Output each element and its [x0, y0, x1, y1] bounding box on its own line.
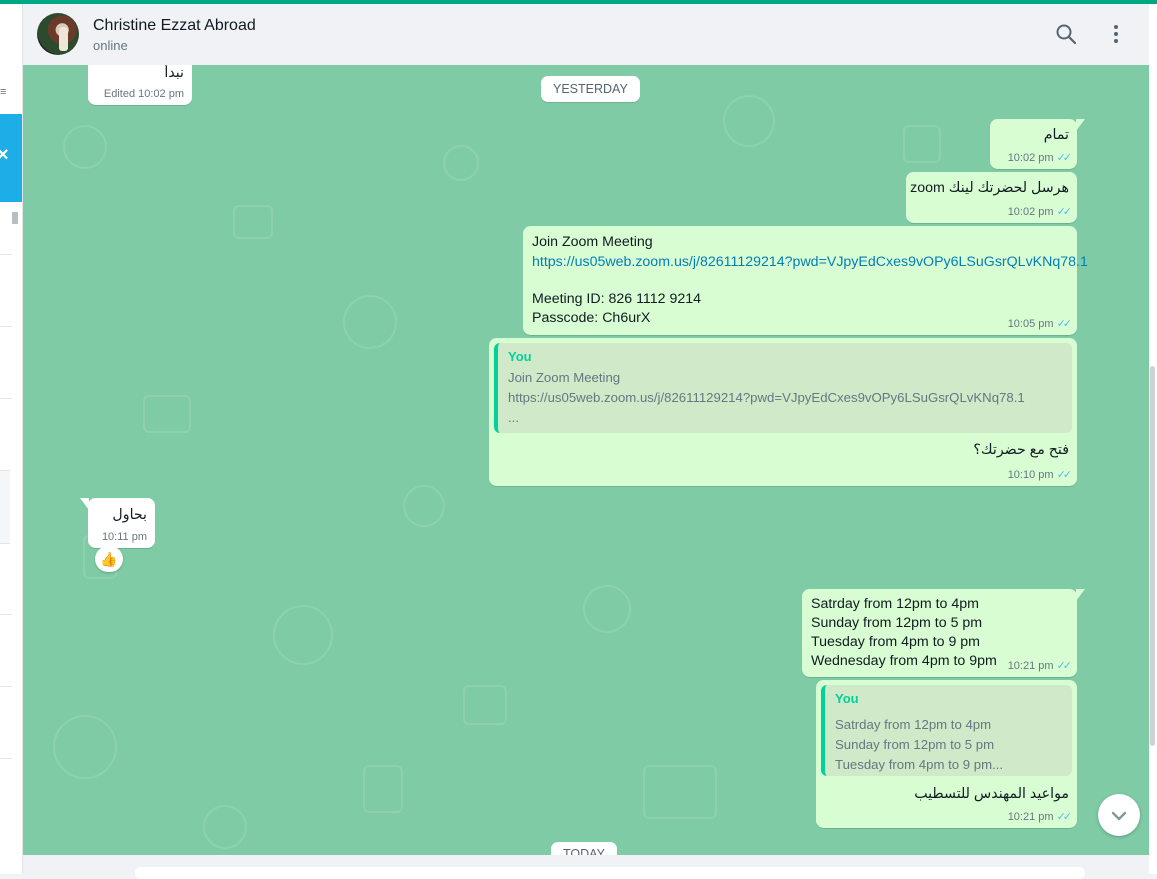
selected-chat-indicator[interactable]: × — [0, 114, 22, 202]
wallpaper-doodle — [343, 295, 397, 349]
message-meta: 10:21 pm ✓✓ — [1007, 810, 1073, 823]
read-receipt-icon: ✓✓ — [1056, 206, 1073, 218]
divider — [0, 686, 12, 687]
message-text: تمام — [1043, 127, 1069, 143]
message-time: 10:21 pm — [1007, 811, 1054, 823]
more-vertical-icon[interactable] — [1104, 22, 1128, 46]
chat-header: Christine Ezzat Abroad online — [23, 4, 1149, 66]
quoted-message[interactable]: You Satrday from 12pm to 4pm Sunday from… — [821, 685, 1072, 776]
read-receipt-icon: ✓✓ — [1056, 660, 1073, 672]
bubble-tail — [1076, 119, 1085, 131]
thumbs-up-reaction-icon[interactable]: 👍 — [95, 546, 123, 572]
divider — [0, 398, 12, 399]
chevron-down-icon — [1111, 811, 1127, 821]
quote-text: ... — [508, 410, 519, 425]
window-scrollbar[interactable] — [1149, 4, 1157, 874]
wallpaper-doodle — [583, 585, 631, 633]
quote-text: https://us05web.zoom.us/j/82611129214?pw… — [508, 390, 1025, 405]
message-meta: 10:21 pm ✓✓ — [1007, 659, 1073, 672]
divider — [0, 254, 12, 255]
message-text: Sunday from 12pm to 5 pm — [811, 615, 983, 631]
message-meta: 10:10 pm ✓✓ — [1007, 468, 1073, 481]
message-text: نبدأ — [164, 65, 184, 81]
message-time: 10:11 pm — [101, 531, 147, 543]
wallpaper-doodle — [403, 485, 445, 527]
wallpaper-doodle — [53, 715, 117, 779]
scrollbar-thumb[interactable] — [1150, 366, 1155, 746]
quote-author: You — [835, 691, 859, 706]
date-separator: YESTERDAY — [541, 76, 640, 102]
message-text: Satrday from 12pm to 4pm — [811, 596, 979, 612]
wallpaper-doodle — [903, 125, 941, 163]
message-text: مواعيد المهندس للتسطيب — [914, 786, 1069, 802]
message-time: 10:02 pm — [1007, 206, 1054, 218]
message-time: 10:10 pm — [1007, 469, 1054, 481]
quoted-message[interactable]: You Join Zoom Meeting https://us05web.zo… — [494, 343, 1072, 433]
message-text: Wednesday from 4pm to 9pm — [811, 653, 997, 669]
message-outgoing-reply[interactable]: You Join Zoom Meeting https://us05web.zo… — [489, 338, 1077, 486]
divider — [0, 326, 12, 327]
divider — [0, 614, 12, 615]
read-receipt-icon: ✓✓ — [1056, 469, 1073, 481]
message-outgoing[interactable]: هرسل لحضرتك لينك zoom 10:02 pm ✓✓ — [906, 172, 1077, 223]
read-receipt-icon: ✓✓ — [1056, 152, 1073, 164]
message-text: Tuesday from 4pm to 9 pm — [811, 634, 981, 650]
wallpaper-doodle — [63, 125, 107, 169]
message-outgoing-reply[interactable]: You Satrday from 12pm to 4pm Sunday from… — [816, 680, 1077, 828]
search-icon[interactable] — [1054, 22, 1078, 46]
message-outgoing[interactable]: تمام 10:02 pm ✓✓ — [990, 119, 1085, 169]
message-incoming[interactable]: بحاول 10:11 pm — [80, 498, 155, 548]
conversation-panel[interactable]: نبدأ Edited 10:02 pm YESTERDAY تمام 10:0… — [23, 65, 1149, 855]
message-text: Meeting ID: 826 1112 9214 — [532, 291, 702, 307]
chat-list-item[interactable] — [0, 470, 10, 544]
wallpaper-doodle — [643, 765, 717, 819]
composer-area — [23, 855, 1149, 879]
message-text: Passcode: Ch6urX — [532, 310, 651, 326]
zoom-meeting-link[interactable]: https://us05web.zoom.us/j/82611129214?pw… — [532, 254, 1088, 270]
contact-name[interactable]: Christine Ezzat Abroad — [93, 17, 256, 35]
date-separator: TODAY — [551, 842, 617, 855]
message-meta: 10:02 pm ✓✓ — [1007, 205, 1073, 218]
message-meta: 10:02 pm ✓✓ — [1007, 151, 1073, 164]
chat-list-panel-edge: ≡ × — [0, 4, 23, 874]
bubble-tail — [80, 498, 89, 510]
list-scrollbar[interactable] — [12, 212, 18, 224]
bubble-tail — [1076, 589, 1085, 601]
message-text: هرسل لحضرتك لينك zoom — [910, 180, 1069, 196]
filter-icon[interactable]: ≡ — [0, 86, 10, 98]
message-incoming[interactable]: نبدأ Edited 10:02 pm — [88, 65, 192, 105]
message-outgoing[interactable]: Satrday from 12pm to 4pm Sunday from 12p… — [802, 589, 1085, 677]
quote-text: Join Zoom Meeting — [508, 370, 621, 385]
quote-author: You — [508, 349, 532, 364]
message-time: 10:21 pm — [1007, 660, 1054, 672]
wallpaper-doodle — [273, 605, 333, 665]
message-outgoing[interactable]: Join Zoom Meeting https://us05web.zoom.u… — [523, 226, 1088, 335]
contact-status: online — [93, 38, 128, 53]
message-time: 10:02 pm — [1007, 152, 1054, 164]
quote-text: Satrday from 12pm to 4pm — [835, 717, 992, 732]
message-text: فتح مع حضرتك؟ — [973, 442, 1069, 458]
message-text: Join Zoom Meeting — [532, 234, 653, 250]
message-input[interactable] — [135, 867, 1085, 879]
wallpaper-doodle — [723, 95, 775, 147]
wallpaper-doodle — [143, 395, 191, 433]
wallpaper-doodle — [203, 805, 247, 849]
scroll-to-bottom-button[interactable] — [1098, 794, 1140, 836]
message-time: 10:05 pm — [1007, 318, 1054, 330]
wallpaper-doodle — [463, 685, 507, 725]
wallpaper-doodle — [363, 765, 403, 813]
wallpaper-doodle — [443, 145, 479, 181]
read-receipt-icon: ✓✓ — [1056, 811, 1073, 823]
quote-text: Tuesday from 4pm to 9 pm... — [835, 757, 1004, 772]
message-time: Edited 10:02 pm — [103, 88, 184, 100]
close-icon[interactable]: × — [0, 144, 9, 167]
divider — [0, 758, 12, 759]
message-text: بحاول — [112, 507, 147, 523]
message-meta: 10:05 pm ✓✓ — [1007, 317, 1073, 330]
avatar[interactable] — [37, 13, 79, 55]
wallpaper-doodle — [233, 205, 273, 239]
quote-text: Sunday from 12pm to 5 pm — [835, 737, 995, 752]
read-receipt-icon: ✓✓ — [1056, 318, 1073, 330]
